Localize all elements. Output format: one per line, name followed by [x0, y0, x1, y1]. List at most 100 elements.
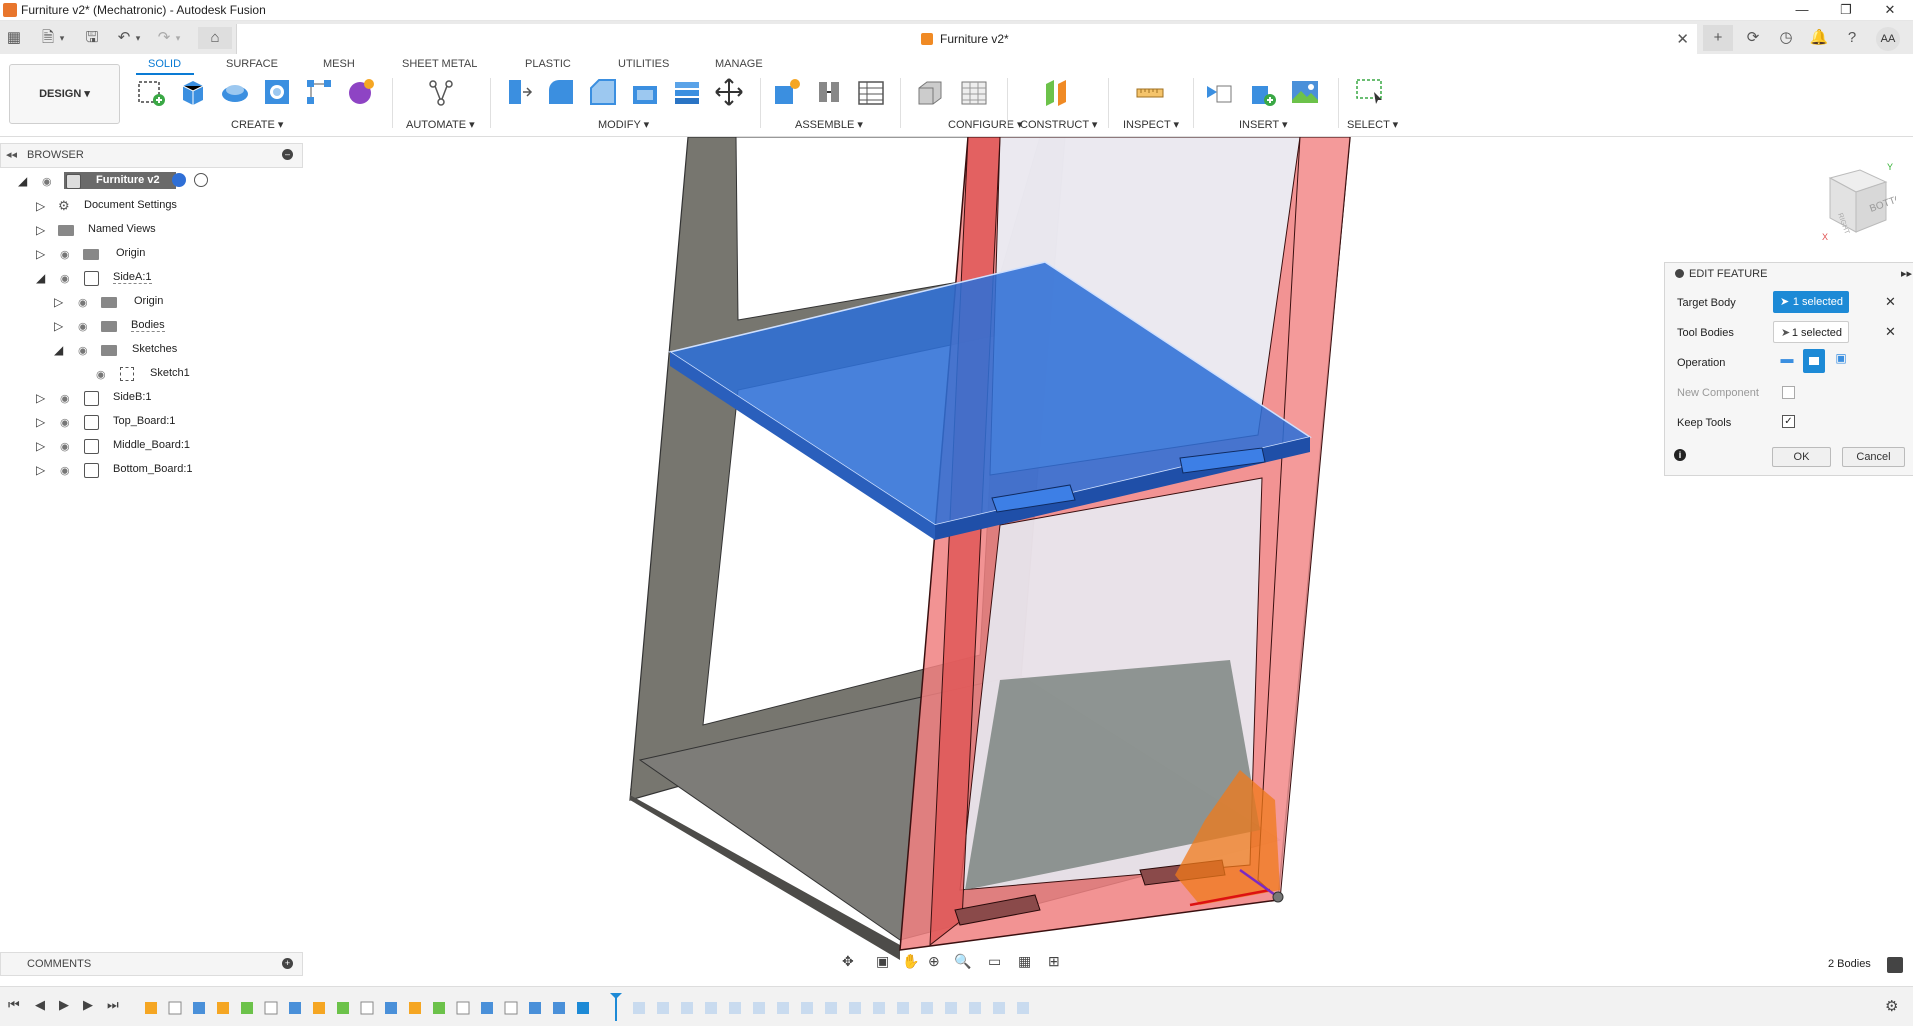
modify-group-label[interactable]: MODIFY ▾ [598, 118, 649, 131]
document-tab[interactable]: Furniture v2* ✕ [236, 24, 1697, 54]
grid-settings-icon[interactable]: ▦ [1018, 953, 1031, 970]
file-dropdown-icon[interactable]: ▾ [56, 27, 68, 49]
undo-dropdown-icon[interactable]: ▾ [132, 27, 144, 49]
notifications-icon[interactable]: 🔔 [1804, 25, 1834, 51]
select-group-label[interactable]: SELECT ▾ [1347, 118, 1398, 131]
configure-group-label[interactable]: CONFIGURE ▾ [948, 118, 1023, 131]
timeline-track[interactable] [145, 993, 1065, 1021]
expand-triangle-icon[interactable]: ▷ [54, 319, 68, 333]
ok-button[interactable]: OK [1772, 447, 1831, 467]
bill-of-materials-icon[interactable] [855, 76, 887, 108]
inspect-group-label[interactable]: INSPECT ▾ [1123, 118, 1179, 131]
expand-triangle-icon[interactable]: ▷ [54, 295, 68, 309]
cancel-button[interactable]: Cancel [1842, 447, 1905, 467]
add-comment-icon[interactable]: + [282, 958, 293, 969]
activate-radio-icon[interactable] [194, 173, 208, 187]
join-operation-icon[interactable]: ▬ [1777, 351, 1797, 371]
visibility-eye-icon[interactable]: ◉ [60, 272, 74, 285]
insert-canvas-icon[interactable] [1289, 76, 1321, 108]
cut-operation-icon[interactable] [1803, 349, 1825, 373]
form-icon[interactable] [345, 76, 377, 108]
save-icon[interactable]: 🖫 [80, 27, 104, 49]
expand-triangle-icon[interactable]: ▷ [36, 391, 50, 405]
timeline-features-icon[interactable] [145, 993, 1065, 1021]
shell-icon[interactable] [629, 76, 661, 108]
visibility-eye-icon[interactable]: ◉ [60, 440, 74, 453]
offset-plane-icon[interactable] [1040, 76, 1072, 108]
visibility-eye-icon[interactable]: ◉ [78, 296, 92, 309]
fillet-icon[interactable] [545, 76, 577, 108]
extrude-icon[interactable] [177, 76, 209, 108]
look-at-icon[interactable]: ▣ [876, 953, 889, 970]
extensions-icon[interactable]: ⟳ [1738, 25, 1768, 51]
restore-button[interactable]: ❐ [1824, 0, 1868, 20]
info-icon[interactable]: i [1674, 449, 1686, 461]
insert-group-label[interactable]: INSERT ▾ [1239, 118, 1288, 131]
construct-group-label[interactable]: CONSTRUCT ▾ [1020, 118, 1097, 131]
tab-plastic[interactable]: PLASTIC [525, 58, 571, 70]
intersect-operation-icon[interactable]: ▣ [1831, 351, 1851, 371]
assemble-group-label[interactable]: ASSEMBLE ▾ [795, 118, 863, 131]
close-window-button[interactable]: ✕ [1868, 0, 1912, 20]
timeline-back-icon[interactable]: ◀ [35, 997, 45, 1013]
visibility-eye-icon[interactable]: ◉ [78, 344, 92, 357]
insert-component-icon[interactable] [1246, 76, 1278, 108]
clear-tool-bodies-icon[interactable]: ✕ [1885, 324, 1896, 340]
new-component-icon[interactable] [771, 76, 803, 108]
measure-icon[interactable] [1134, 76, 1166, 108]
clear-target-icon[interactable]: ✕ [1885, 294, 1896, 310]
model-canvas[interactable] [0, 137, 1913, 980]
visibility-eye-icon[interactable]: ◉ [96, 368, 110, 381]
fit-icon[interactable]: 🔍 [954, 953, 971, 970]
expand-triangle-icon[interactable]: ▷ [36, 415, 50, 429]
new-component-checkbox[interactable] [1782, 386, 1795, 399]
workspace-switcher[interactable]: DESIGN ▾ [9, 64, 120, 124]
visibility-eye-icon[interactable]: ◉ [42, 175, 56, 188]
collapse-triangle-icon[interactable]: ◢ [54, 343, 68, 357]
tab-utilities[interactable]: UTILITIES [618, 58, 669, 70]
press-pull-icon[interactable] [503, 76, 535, 108]
hole-icon[interactable] [261, 76, 293, 108]
tab-solid[interactable]: SOLID [148, 58, 181, 70]
collapse-dialog-icon[interactable] [1675, 269, 1684, 278]
visibility-eye-icon[interactable]: ◉ [60, 416, 74, 429]
keep-tools-checkbox[interactable]: ✓ [1782, 415, 1795, 428]
apps-grid-icon[interactable]: ▦ [2, 27, 26, 49]
visibility-eye-icon[interactable]: ◉ [60, 464, 74, 477]
3d-viewport[interactable] [0, 137, 1913, 980]
browser-options-icon[interactable]: – [282, 149, 293, 160]
job-status-icon[interactable]: ◷ [1771, 25, 1801, 51]
minimize-button[interactable]: — [1780, 0, 1824, 20]
close-tab-icon[interactable]: ✕ [1676, 30, 1689, 48]
zoom-icon[interactable]: ⊕ [928, 953, 940, 970]
expand-triangle-icon[interactable]: ▷ [36, 439, 50, 453]
automate-group-label[interactable]: AUTOMATE ▾ [406, 118, 475, 131]
chamfer-icon[interactable] [587, 76, 619, 108]
expand-triangle-icon[interactable]: ▷ [36, 199, 50, 213]
create-sketch-icon[interactable] [135, 76, 167, 108]
revolve-icon[interactable] [219, 76, 251, 108]
joint-icon[interactable] [813, 76, 845, 108]
timeline-end-icon[interactable]: ⏭ [107, 997, 119, 1013]
expand-triangle-icon[interactable]: ▷ [36, 223, 50, 237]
visibility-eye-icon[interactable]: ◉ [60, 248, 74, 261]
expand-dialog-icon[interactable]: ▸▸ [1901, 267, 1912, 280]
visibility-eye-icon[interactable]: ◉ [78, 320, 92, 333]
orbit-icon[interactable]: ✥ [842, 953, 854, 970]
help-icon[interactable]: ? [1837, 25, 1867, 51]
redo-dropdown-icon[interactable]: ▾ [172, 27, 184, 49]
timeline-start-icon[interactable]: ⏮ [8, 997, 20, 1013]
visibility-eye-icon[interactable]: ◉ [60, 392, 74, 405]
origin-point[interactable] [1272, 891, 1284, 903]
viewcube[interactable]: BOTTOM RIGHT X Y [1816, 162, 1896, 244]
configuration-table-icon[interactable] [958, 76, 990, 108]
collapse-browser-icon[interactable]: ◂◂ [6, 148, 17, 161]
select-icon[interactable] [1354, 76, 1386, 108]
tree-root[interactable]: ◢ ◉ Furniture v2 [0, 170, 301, 192]
tab-manage[interactable]: MANAGE [715, 58, 763, 70]
home-icon[interactable]: ⌂ [198, 27, 232, 49]
configure-icon[interactable] [913, 76, 945, 108]
status-panel-icon[interactable] [1887, 957, 1903, 973]
timeline-settings-gear-icon[interactable]: ⚙ [1885, 997, 1898, 1015]
new-tab-icon[interactable]: + [1703, 25, 1733, 51]
